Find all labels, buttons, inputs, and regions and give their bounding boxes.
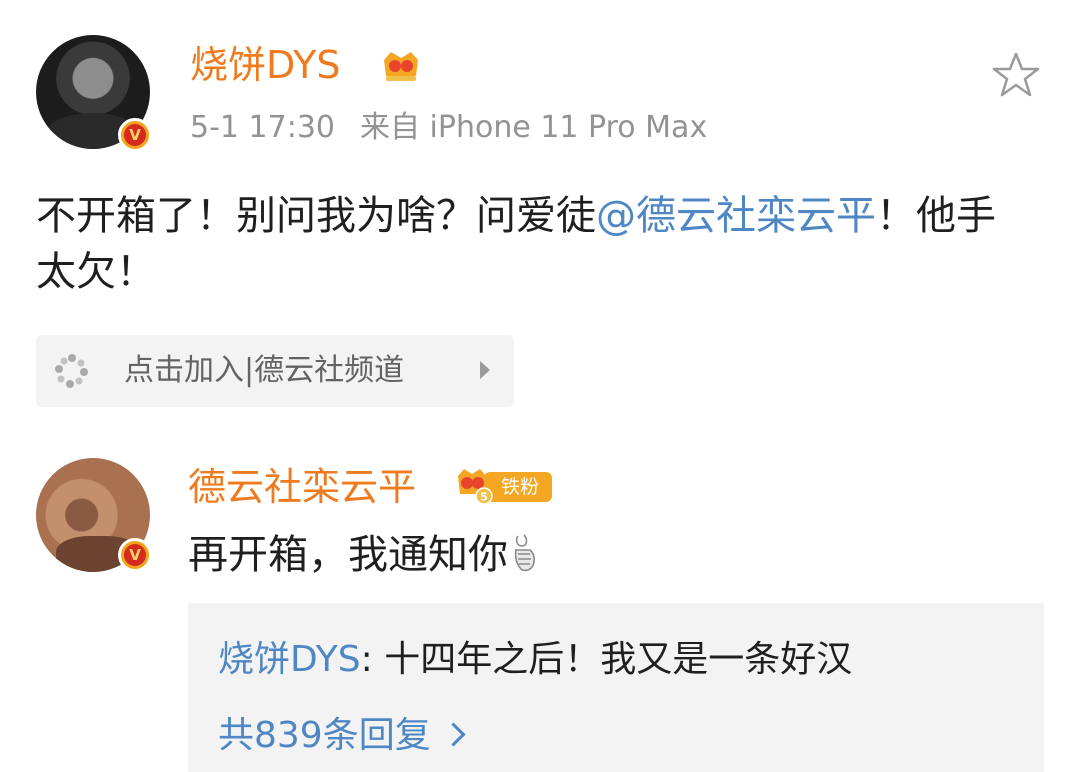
verified-badge-icon: V bbox=[118, 538, 152, 572]
sub-reply-container[interactable]: 烧饼DYS: 十四年之后！我又是一条好汉 共839条回复 bbox=[188, 603, 1044, 772]
fan-badge-icon: 5 铁粉 bbox=[458, 469, 552, 505]
join-channel-button[interactable]: 点击加入|德云社频道 bbox=[36, 335, 514, 407]
post-body-text: 不开箱了！别问我为啥？问爱徒@德云社栾云平！他手太欠！ bbox=[36, 188, 996, 300]
view-all-replies-link[interactable]: 共839条回复 bbox=[218, 711, 466, 761]
finger-heart-emoji-icon bbox=[514, 534, 535, 572]
fan-badge-label: 铁粉 bbox=[501, 476, 539, 498]
post-timestamp: 5-1 17:30 bbox=[190, 110, 335, 145]
verified-badge-icon: V bbox=[118, 118, 152, 152]
more-replies-label: 共839条回复 bbox=[218, 715, 431, 756]
post-device-source: 来自 iPhone 11 Pro Max bbox=[360, 110, 708, 145]
channel-label: 点击加入|德云社频道 bbox=[124, 353, 405, 388]
post-text-start: 不开箱了！别问我为啥？问爱徒 bbox=[36, 193, 596, 239]
favorite-star-icon[interactable] bbox=[990, 50, 1042, 100]
sub-reply-separator: : bbox=[360, 639, 385, 680]
chevron-right-icon bbox=[441, 722, 466, 747]
dots-circle-icon bbox=[55, 354, 88, 388]
reply-author-name[interactable]: 德云社栾云平 bbox=[188, 462, 416, 512]
post-author-name[interactable]: 烧饼DYS bbox=[190, 40, 341, 90]
sub-reply-text: 十四年之后！我又是一条好汉 bbox=[384, 639, 853, 680]
sub-reply: 烧饼DYS: 十四年之后！我又是一条好汉 bbox=[218, 635, 852, 685]
reply-text: 再开箱，我通知你 bbox=[188, 532, 508, 578]
chevron-right-icon bbox=[480, 361, 490, 379]
reply-body-text: 再开箱，我通知你 bbox=[188, 528, 540, 582]
svg-text:5: 5 bbox=[480, 491, 488, 504]
sub-reply-author[interactable]: 烧饼DYS bbox=[218, 639, 361, 680]
mention-link[interactable]: @德云社栾云平 bbox=[596, 193, 876, 239]
vip-crown-icon bbox=[384, 52, 418, 81]
